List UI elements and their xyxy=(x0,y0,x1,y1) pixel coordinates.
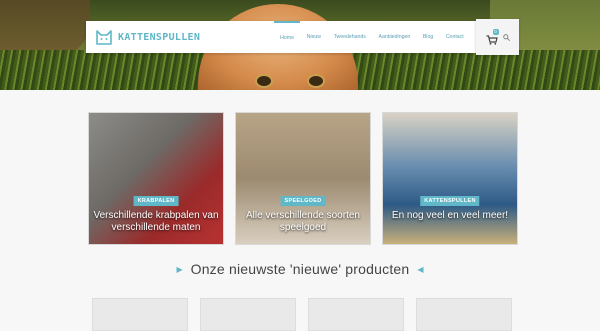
category-tag: KRABPALEN xyxy=(133,196,179,206)
nav-item-tweedehands[interactable]: Tweedehands xyxy=(327,21,372,53)
nav-item-blog[interactable]: Blog xyxy=(417,21,440,53)
top-navbar: KATTENSPULLEN Home Nieuw Tweedehands Aan… xyxy=(86,21,476,53)
category-tag: SPEELGOED xyxy=(280,196,326,206)
new-products-heading: ▶ Onze nieuwste 'nieuwe' producten ◀ xyxy=(0,260,600,278)
site-logo-text: KATTENSPULLEN xyxy=(118,31,201,43)
hero-cat-eye-right xyxy=(307,74,325,88)
category-title: Alle verschillende soorten speelgoed xyxy=(246,210,360,233)
header-actions: 0 xyxy=(476,19,519,55)
section-title: Onze nieuwste 'nieuwe' producten xyxy=(190,261,410,277)
shopping-cart-icon xyxy=(486,35,498,45)
category-tag: KATTENSPULLEN xyxy=(420,196,480,206)
nav-item-aanbiedingen[interactable]: Aanbiedingen xyxy=(372,21,416,53)
cart-button[interactable]: 0 xyxy=(486,29,499,45)
nav-item-home[interactable]: Home xyxy=(273,21,301,53)
category-card-speelgoed[interactable]: SPEELGOED Alle verschillende soorten spe… xyxy=(235,112,371,245)
hero-cat-eye-left xyxy=(255,74,273,88)
cat-logo-icon xyxy=(96,30,112,45)
category-photo xyxy=(383,113,517,244)
cart-count-badge: 0 xyxy=(492,29,499,35)
nav-item-nieuw[interactable]: Nieuw xyxy=(300,21,327,53)
product-thumbnail[interactable] xyxy=(416,298,512,331)
product-thumbnail[interactable] xyxy=(308,298,404,331)
search-icon[interactable] xyxy=(502,33,510,41)
category-card-kattenspullen[interactable]: KATTENSPULLEN En nog veel en veel meer! xyxy=(382,112,518,245)
page: KATTENSPULLEN Home Nieuw Tweedehands Aan… xyxy=(0,0,600,331)
nav-item-contact[interactable]: Contact xyxy=(440,21,470,53)
product-thumbnail[interactable] xyxy=(92,298,188,331)
arrow-right-icon: ▶ xyxy=(176,264,183,274)
arrow-left-icon: ◀ xyxy=(417,264,424,274)
category-title: Verschillende krabpalen van verschillend… xyxy=(93,210,219,233)
product-thumbnail[interactable] xyxy=(200,298,296,331)
main-nav: Home Nieuw Tweedehands Aanbiedingen Blog… xyxy=(273,21,476,53)
site-logo[interactable]: KATTENSPULLEN xyxy=(86,21,200,53)
category-card-krabpalen[interactable]: KRABPALEN Verschillende krabpalen van ve… xyxy=(88,112,224,245)
category-title: En nog veel en veel meer! xyxy=(391,210,509,221)
